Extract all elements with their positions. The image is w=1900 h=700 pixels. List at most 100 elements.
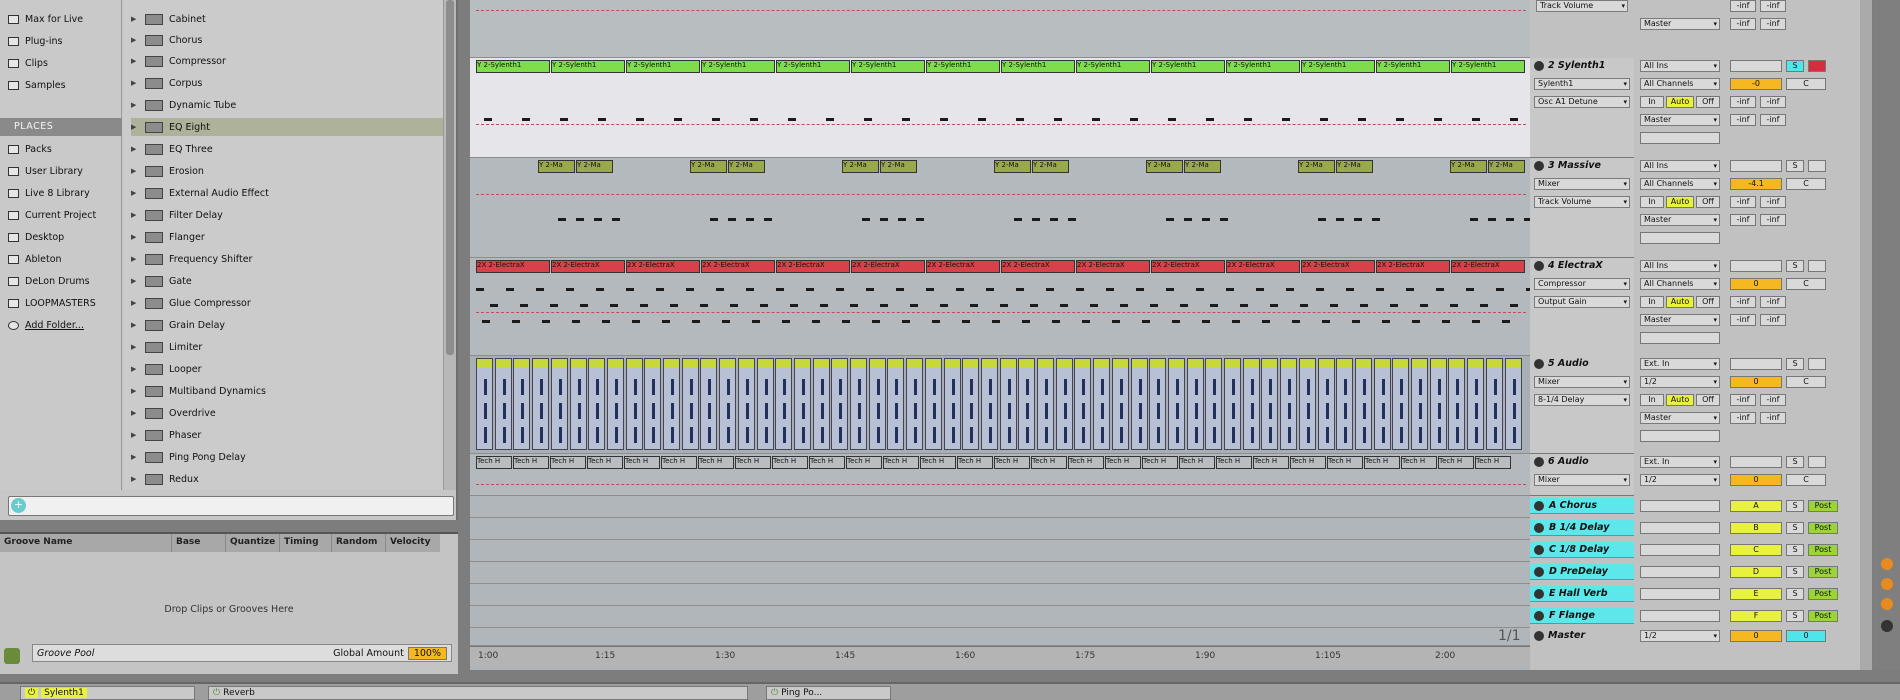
midi-note[interactable]: [710, 218, 718, 221]
midi-note[interactable]: [692, 320, 700, 323]
clip[interactable]: Tech H: [846, 456, 882, 469]
midi-note[interactable]: [1106, 288, 1114, 291]
return-lane[interactable]: [470, 518, 1530, 540]
clip[interactable]: Y 2-Ma: [1488, 160, 1525, 173]
audio-clip[interactable]: [831, 358, 849, 450]
track-name[interactable]: 2 Sylenth1: [1534, 60, 1605, 71]
audio-clip[interactable]: [1448, 358, 1466, 450]
output-dropdown[interactable]: Master: [1640, 214, 1720, 226]
clip[interactable]: Tech H: [1253, 456, 1289, 469]
param-dropdown[interactable]: Track Volume: [1534, 196, 1630, 208]
return-lane[interactable]: [470, 606, 1530, 628]
audio-clip[interactable]: [1467, 358, 1485, 450]
device-item[interactable]: ▶ Frequency Shifter: [131, 250, 443, 268]
midi-note[interactable]: [1068, 218, 1076, 221]
monitor-off-button[interactable]: Off: [1696, 394, 1720, 406]
clip[interactable]: 2X 2-ElectraX: [1376, 260, 1450, 273]
track-name[interactable]: 4 ElectraX: [1534, 260, 1603, 271]
device-item[interactable]: ▶ Looper: [131, 360, 443, 378]
clip[interactable]: Y 2-Ma: [1032, 160, 1069, 173]
midi-note[interactable]: [1354, 218, 1362, 221]
midi-note[interactable]: [1358, 118, 1366, 121]
audio-clip[interactable]: [1317, 358, 1335, 450]
clip[interactable]: Y 2-Ma: [728, 160, 765, 173]
midi-note[interactable]: [1316, 288, 1324, 291]
clip[interactable]: 2X 2-ElectraX: [476, 260, 550, 273]
midi-note[interactable]: [750, 118, 758, 121]
return-track-header[interactable]: D PreDelay: [1530, 564, 1634, 580]
device-item[interactable]: ▶ Redux: [131, 470, 443, 488]
midi-note[interactable]: [902, 118, 910, 121]
midi-note[interactable]: [1256, 288, 1264, 291]
clip[interactable]: Y 2-Ma: [842, 160, 879, 173]
midi-note[interactable]: [1506, 218, 1514, 221]
clip[interactable]: Tech H: [476, 456, 512, 469]
place-user-library[interactable]: User Library: [8, 162, 83, 180]
midi-note[interactable]: [1202, 218, 1210, 221]
category-clips[interactable]: Clips: [8, 54, 48, 72]
midi-note[interactable]: [1442, 320, 1450, 323]
midi-note[interactable]: [536, 288, 544, 291]
clip[interactable]: Tech H: [1216, 456, 1252, 469]
track-fold-icon[interactable]: [1534, 566, 1544, 577]
device-dropdown[interactable]: Mixer: [1534, 474, 1630, 486]
midi-note[interactable]: [1172, 320, 1180, 323]
midi-note[interactable]: [1032, 218, 1040, 221]
midi-note[interactable]: [1472, 320, 1480, 323]
expand-arrow-icon[interactable]: ▶: [131, 475, 139, 483]
midi-note[interactable]: [820, 304, 828, 307]
column-header[interactable]: Timing: [280, 534, 332, 552]
clip[interactable]: 2X 2-ElectraX: [1451, 260, 1525, 273]
param-dropdown[interactable]: Osc A1 Detune: [1534, 96, 1630, 108]
monitor-auto-button[interactable]: Auto: [1666, 196, 1694, 208]
expand-arrow-icon[interactable]: ▶: [131, 167, 139, 175]
clip[interactable]: Tech H: [883, 456, 919, 469]
device-item[interactable]: ▶ Gate: [131, 272, 443, 290]
clip[interactable]: Y 2-Sylenth1: [1451, 60, 1525, 73]
expand-arrow-icon[interactable]: ▶: [131, 387, 139, 395]
midi-note[interactable]: [656, 288, 664, 291]
clip[interactable]: Y 2-Ma: [690, 160, 727, 173]
device-item[interactable]: ▶ Erosion: [131, 162, 443, 180]
volume-field[interactable]: 0: [1730, 474, 1782, 486]
midi-note[interactable]: [746, 218, 754, 221]
midi-note[interactable]: [1076, 288, 1084, 291]
midi-note[interactable]: [1206, 118, 1214, 121]
clip[interactable]: 2X 2-ElectraX: [1001, 260, 1075, 273]
post-button[interactable]: Post: [1808, 588, 1838, 600]
audio-clip[interactable]: [1037, 358, 1054, 450]
midi-note[interactable]: [1196, 288, 1204, 291]
track-fold-icon[interactable]: [1534, 630, 1544, 641]
clip[interactable]: Tech H: [735, 456, 771, 469]
midi-note[interactable]: [572, 320, 580, 323]
clip[interactable]: Tech H: [994, 456, 1030, 469]
audio-clip[interactable]: [737, 358, 755, 450]
track-header[interactable]: 5 Audio Mixer 8-1/4 Delay: [1530, 356, 1634, 454]
expand-arrow-icon[interactable]: ▶: [131, 431, 139, 439]
column-header[interactable]: Velocity: [386, 534, 440, 552]
midi-note[interactable]: [476, 288, 484, 291]
send-knob[interactable]: -inf: [1730, 0, 1756, 12]
send-knob[interactable]: -inf: [1730, 18, 1756, 30]
midi-note[interactable]: [670, 304, 678, 307]
midi-note[interactable]: [506, 288, 514, 291]
monitor-auto-button[interactable]: Auto: [1666, 96, 1694, 108]
return-activator[interactable]: C: [1730, 544, 1782, 556]
midi-note[interactable]: [602, 320, 610, 323]
return-output-field[interactable]: [1640, 588, 1720, 600]
clip[interactable]: Y 2-Sylenth1: [626, 60, 700, 73]
solo-button[interactable]: S: [1786, 544, 1804, 556]
track-fold-icon[interactable]: [1534, 522, 1544, 533]
audio-clip[interactable]: [1298, 358, 1316, 450]
clip[interactable]: Y 2-Ma: [994, 160, 1031, 173]
effect-device[interactable]: ⏻ Ping Po...: [766, 686, 891, 700]
device-item[interactable]: ▶ Grain Delay: [131, 316, 443, 334]
midi-note[interactable]: [812, 320, 820, 323]
clip[interactable]: Tech H: [1475, 456, 1511, 469]
effect-device[interactable]: ⏻ Reverb: [208, 686, 748, 700]
device-item[interactable]: ▶ Overdrive: [131, 404, 443, 422]
midi-note[interactable]: [490, 304, 498, 307]
return-output-field[interactable]: [1640, 544, 1720, 556]
midi-note[interactable]: [576, 218, 584, 221]
midi-note[interactable]: [1372, 218, 1380, 221]
